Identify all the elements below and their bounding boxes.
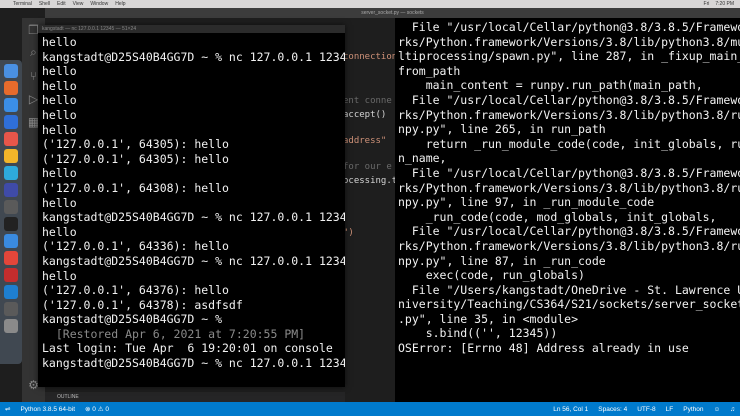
terminal-line: niversity/Teaching/CS364/S21/sockets/ser… xyxy=(398,297,740,312)
terminal-line: ('127.0.0.1', 64378): asdfsdf xyxy=(42,297,243,312)
zoom-icon[interactable] xyxy=(4,268,18,282)
safari-icon[interactable] xyxy=(4,98,18,112)
terminal-line: hello xyxy=(42,35,77,49)
terminal-line: rks/Python.framework/Versions/3.8/lib/py… xyxy=(398,107,740,122)
terminal-line: from_path xyxy=(398,63,461,78)
terminal-line: ('127.0.0.1', 64376): hello xyxy=(42,283,229,298)
terminal-line: n_name, xyxy=(398,151,447,166)
chrome-icon[interactable] xyxy=(4,251,18,265)
trash-icon[interactable] xyxy=(4,319,18,333)
menu-help[interactable]: Help xyxy=(115,1,125,7)
menu-clock[interactable]: 7:20 PM xyxy=(715,1,734,7)
terminal-title-bar[interactable]: kangstadt — nc 127.0.0.1 12345 — 51×24 xyxy=(38,25,345,33)
terminal-line: npy.py", line 265, in run_path xyxy=(398,122,606,137)
terminal-line: hello xyxy=(42,166,77,181)
terminal-line: File "/usr/local/Cellar/python@3.8/3.8.5… xyxy=(398,92,740,107)
terminal-line: npy.py", line 97, in _run_module_code xyxy=(398,195,655,210)
terminal-line: .py", line 35, in <module> xyxy=(398,311,579,326)
terminal-line: ('127.0.0.1', 64305): hello xyxy=(42,137,229,152)
skype-icon[interactable] xyxy=(4,166,18,180)
code-fragment: connection xyxy=(345,52,395,62)
terminal-line: hello xyxy=(42,224,77,239)
terminal-line: hello xyxy=(42,195,77,210)
terminal-line: OSError: [Errno 48] Address already in u… xyxy=(398,341,689,356)
terminal-line: Last login: Tue Apr 6 19:20:01 on consol… xyxy=(42,341,333,356)
code-fragment: ent conne xyxy=(345,96,392,106)
menu-day: Fri xyxy=(703,1,710,7)
vscode-title-bar: server_socket.py — sockets xyxy=(45,8,740,18)
mac-menu-bar: Terminal Shell Edit View Window Help Fri… xyxy=(0,0,740,8)
finder-icon[interactable] xyxy=(4,64,18,78)
terminal-line: rks/Python.framework/Versions/3.8/lib/py… xyxy=(398,34,740,49)
terminal-app-icon[interactable] xyxy=(4,217,18,231)
menu-edit[interactable]: Edit xyxy=(57,1,66,7)
menu-shell[interactable]: Shell xyxy=(39,1,50,7)
terminal-line: ('127.0.0.1', 64336): hello xyxy=(42,239,229,254)
language-mode[interactable]: Python xyxy=(678,406,708,413)
downloads-icon[interactable] xyxy=(4,302,18,316)
terminal-panel-server[interactable]: File "/usr/local/Cellar/python@3.8/3.8.5… xyxy=(395,18,740,402)
menu-terminal[interactable]: Terminal xyxy=(13,1,32,7)
terminal-line: File "/Users/kangstadt/OneDrive - St. La… xyxy=(398,282,740,297)
line-endings[interactable]: LF xyxy=(661,406,679,413)
bell-icon[interactable]: ♫ xyxy=(725,406,740,413)
terminal-line: ('127.0.0.1', 64308): hello xyxy=(42,180,229,195)
encoding[interactable]: UTF-8 xyxy=(632,406,660,413)
system-preferences-icon[interactable] xyxy=(4,200,18,214)
indentation[interactable]: Spaces: 4 xyxy=(593,406,632,413)
terminal-line: return _run_module_code(code, init_globa… xyxy=(398,136,740,151)
terminal-line: kangstadt@D25S40B4GG7D ~ % nc 127.0.0.1 … xyxy=(42,49,345,64)
terminal-line: s.bind(('', 12345)) xyxy=(398,326,558,341)
firefox-icon[interactable] xyxy=(4,81,18,95)
terminal-window-client[interactable]: kangstadt — nc 127.0.0.1 12345 — 51×24 h… xyxy=(38,25,345,387)
terminal-line: kangstadt@D25S40B4GG7D ~ % nc 127.0.0.1 … xyxy=(42,253,345,268)
remote-icon[interactable]: ⇌ xyxy=(0,405,15,413)
menu-window[interactable]: Window xyxy=(90,1,108,7)
word-icon[interactable] xyxy=(4,234,18,248)
python-interpreter[interactable]: Python 3.8.5 64-bit xyxy=(15,406,80,413)
terminal-line: File "/usr/local/Cellar/python@3.8/3.8.5… xyxy=(398,224,740,239)
code-fragment: ocessing.t xyxy=(345,176,395,186)
code-fragment: accept() xyxy=(345,110,387,120)
teams-icon[interactable] xyxy=(4,183,18,197)
menu-view[interactable]: View xyxy=(73,1,84,7)
terminal-line: hello xyxy=(42,64,77,79)
notes-icon[interactable] xyxy=(4,149,18,163)
code-editor[interactable]: connection ent conne accept() address" f… xyxy=(345,18,395,402)
mail-icon[interactable] xyxy=(4,115,18,129)
traceback-output: File "/usr/local/Cellar/python@3.8/3.8.5… xyxy=(395,18,740,356)
terminal-line: hello xyxy=(42,122,77,137)
terminal-line: File "/usr/local/Cellar/python@3.8/3.8.5… xyxy=(398,165,740,180)
terminal-line: hello xyxy=(42,268,77,283)
outline-panel-header[interactable]: OUTLINE xyxy=(45,392,345,402)
terminal-line: hello xyxy=(42,93,77,108)
terminal-line: ltiprocessing/spawn.py", line 287, in _f… xyxy=(398,49,740,64)
terminal-line: hello xyxy=(42,107,77,122)
vscode-icon[interactable] xyxy=(4,285,18,299)
cursor-position[interactable]: Ln 56, Col 1 xyxy=(548,406,593,413)
terminal-line: npy.py", line 87, in _run_code xyxy=(398,253,606,268)
terminal-line: File "/usr/local/Cellar/python@3.8/3.8.5… xyxy=(398,20,740,34)
calendar-icon[interactable] xyxy=(4,132,18,146)
code-fragment: for our e xyxy=(345,162,392,172)
terminal-line: rks/Python.framework/Versions/3.8/lib/py… xyxy=(398,238,740,253)
terminal-line: exec(code, run_globals) xyxy=(398,268,585,283)
terminal-line: kangstadt@D25S40B4GG7D ~ % nc 127.0.0.1 … xyxy=(42,356,345,371)
terminal-line: _run_code(code, mod_globals, init_global… xyxy=(398,209,717,224)
terminal-line: rks/Python.framework/Versions/3.8/lib/py… xyxy=(398,180,740,195)
code-fragment: ") xyxy=(345,228,354,238)
terminal-line: ('127.0.0.1', 64305): hello xyxy=(42,151,229,166)
terminal-line: main_content = runpy.run_path(main_path, xyxy=(398,78,703,93)
feedback-icon[interactable]: ☺ xyxy=(708,406,725,413)
terminal-line: hello xyxy=(42,78,77,93)
status-bar: ⇌ Python 3.8.5 64-bit ⊗ 0 ⚠ 0 Ln 56, Col… xyxy=(0,402,740,416)
code-fragment: address" xyxy=(345,136,387,146)
terminal-line: [Restored Apr 6, 2021 at 7:20:55 PM] xyxy=(42,326,306,341)
terminal-line: kangstadt@D25S40B4GG7D ~ % xyxy=(42,312,223,327)
mac-dock xyxy=(0,60,22,364)
terminal-line: kangstadt@D25S40B4GG7D ~ % nc 127.0.0.1 … xyxy=(42,210,345,225)
terminal-output: hello kangstadt@D25S40B4GG7D ~ % nc 127.0… xyxy=(38,33,345,371)
problems-indicator[interactable]: ⊗ 0 ⚠ 0 xyxy=(80,405,114,413)
